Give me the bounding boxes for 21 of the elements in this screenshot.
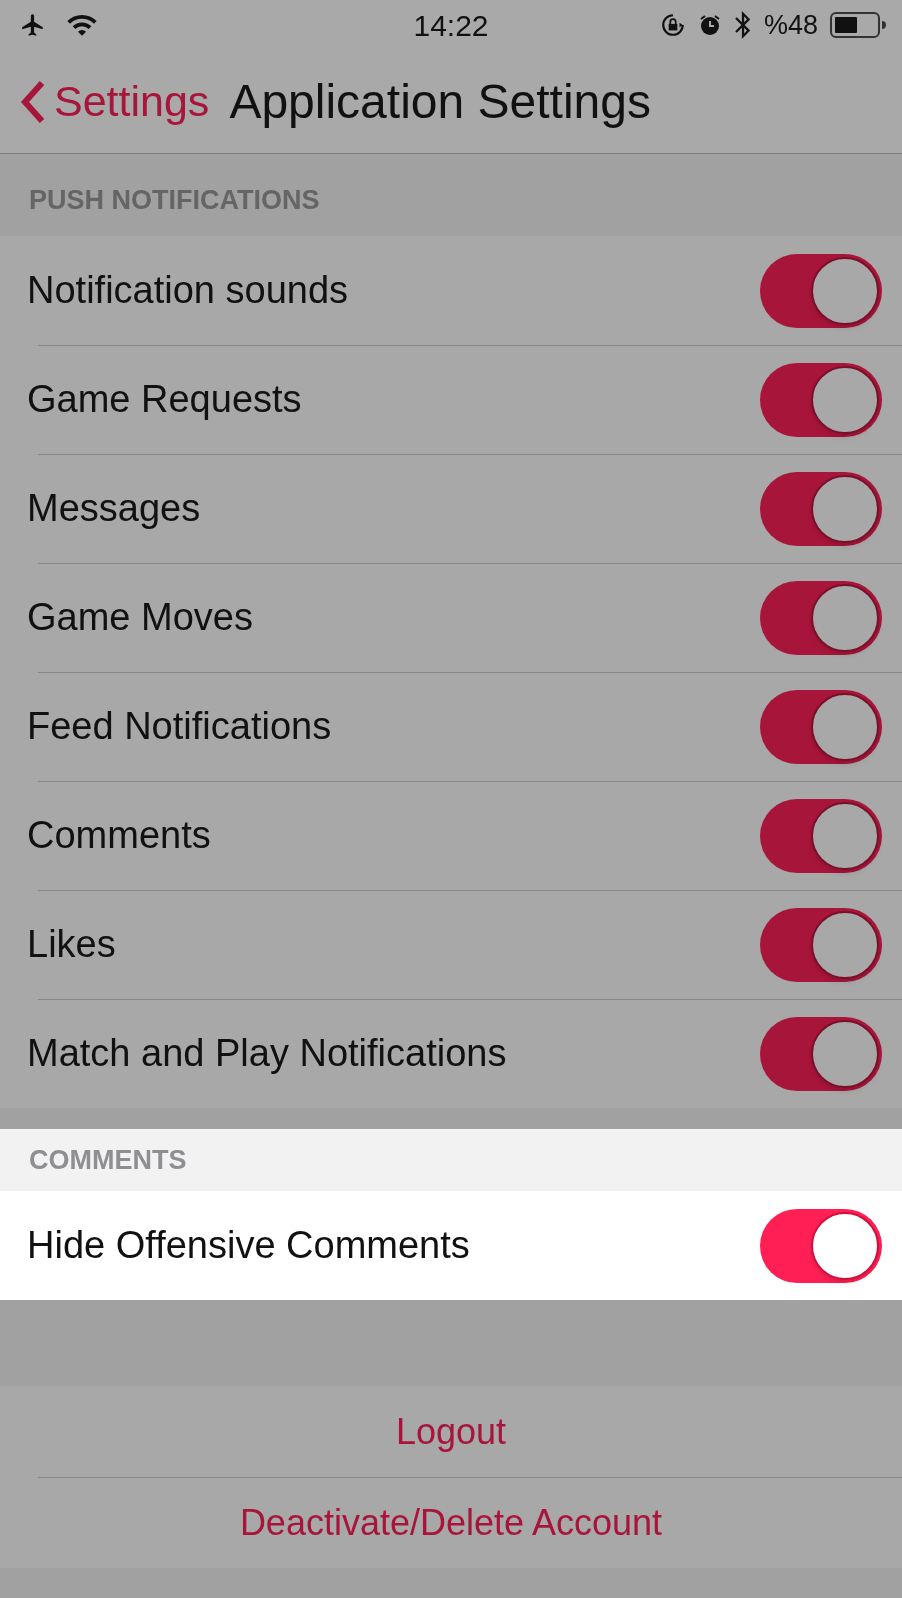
setting-label: Game Moves	[26, 595, 253, 640]
setting-label: Match and Play Notifications	[26, 1031, 507, 1076]
action-button[interactable]: Logout	[395, 1404, 507, 1459]
battery-percentage: %48	[763, 8, 818, 42]
setting-label: Notification sounds	[26, 268, 349, 313]
status-time: 14:22	[413, 7, 489, 44]
setting-label: Likes	[26, 922, 116, 967]
setting-label: Game Requests	[26, 377, 302, 422]
rotation-lock-icon	[659, 12, 686, 38]
battery-icon	[830, 11, 886, 39]
back-button[interactable]: Settings	[20, 69, 210, 134]
setting-label: Hide Offensive Comments	[26, 1223, 470, 1268]
setting-label: Feed Notifications	[26, 704, 332, 749]
screen-title: Application Settings	[229, 73, 651, 130]
section-header: PUSH NOTIFICATIONS	[29, 183, 320, 217]
wifi-icon	[66, 13, 98, 37]
setting-label: Comments	[26, 813, 211, 858]
bluetooth-icon	[733, 11, 752, 39]
setting-label: Messages	[26, 486, 201, 531]
section-header: COMMENTS	[29, 1143, 187, 1177]
chevron-left-icon	[20, 79, 46, 124]
